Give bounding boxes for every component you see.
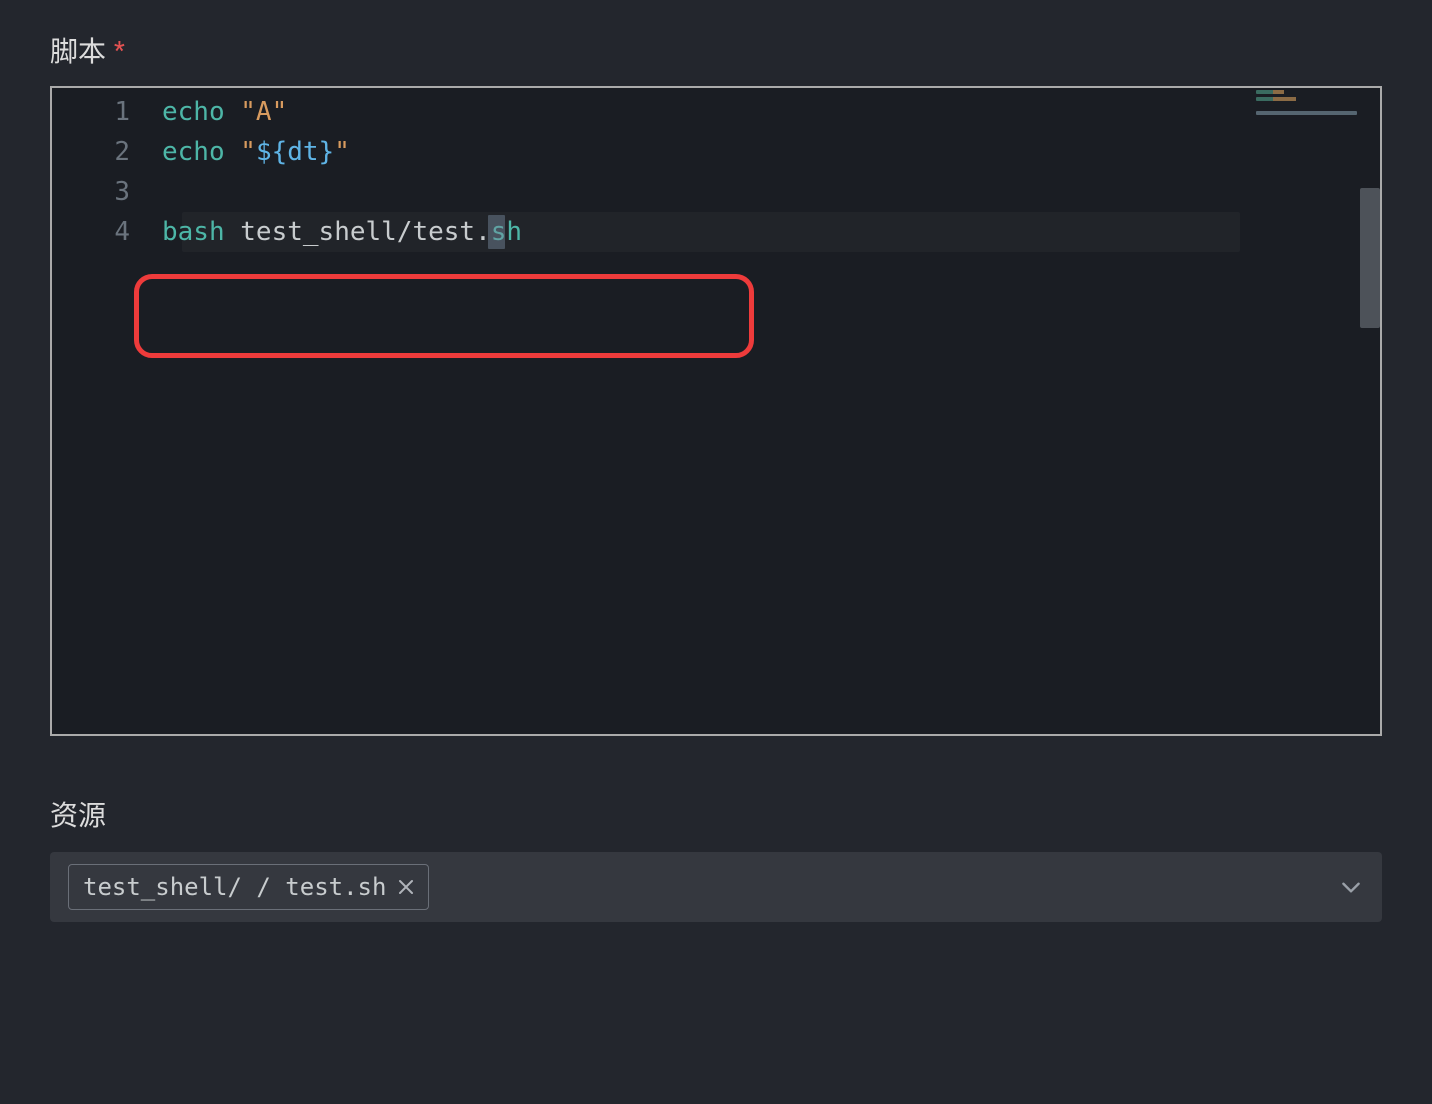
- required-indicator: *: [114, 36, 125, 64]
- scrollbar-thumb[interactable]: [1360, 188, 1380, 328]
- code-token: bash: [162, 217, 225, 247]
- resources-selector[interactable]: test_shell/ / test.sh: [50, 852, 1382, 922]
- resources-section-label: 资源: [50, 794, 1382, 834]
- code-token: echo: [162, 97, 225, 127]
- editor-scrollbar[interactable]: [1360, 88, 1380, 734]
- code-line[interactable]: echo "A": [162, 92, 1380, 132]
- code-line[interactable]: bash test_shell/test.sh: [162, 212, 1380, 252]
- code-token: ${dt}: [256, 137, 334, 167]
- line-number: 2: [52, 132, 130, 172]
- minimap-line: [1256, 97, 1323, 101]
- script-label-text: 脚本: [50, 30, 106, 70]
- minimap-line: [1256, 104, 1368, 108]
- close-icon[interactable]: [398, 879, 414, 895]
- code-token: echo: [162, 137, 225, 167]
- resource-chip[interactable]: test_shell/ / test.sh: [68, 864, 429, 910]
- line-number: 4: [52, 212, 130, 252]
- code-line[interactable]: [162, 172, 1380, 212]
- resource-chip-label: test_shell/ / test.sh: [83, 873, 386, 901]
- code-token: ": [240, 137, 256, 167]
- line-number: 3: [52, 172, 130, 212]
- code-token: "A": [240, 97, 287, 127]
- code-token: [225, 137, 241, 167]
- editor-code-area[interactable]: echo "A"echo "${dt}"bash test_shell/test…: [162, 88, 1380, 734]
- code-token: ": [334, 137, 350, 167]
- chevron-down-icon[interactable]: [1338, 874, 1364, 900]
- editor-minimap[interactable]: [1256, 90, 1368, 160]
- script-section-label: 脚本 *: [50, 30, 1382, 70]
- code-token: [225, 97, 241, 127]
- code-line[interactable]: echo "${dt}": [162, 132, 1380, 172]
- editor-gutter: 1234: [52, 88, 162, 734]
- line-number: 1: [52, 92, 130, 132]
- code-token: test_shell/test.: [225, 217, 491, 247]
- minimap-line: [1256, 90, 1312, 94]
- code-editor[interactable]: 1234 echo "A"echo "${dt}"bash test_shell…: [50, 86, 1382, 736]
- minimap-line: [1256, 111, 1357, 115]
- cursor-selection: [488, 215, 505, 249]
